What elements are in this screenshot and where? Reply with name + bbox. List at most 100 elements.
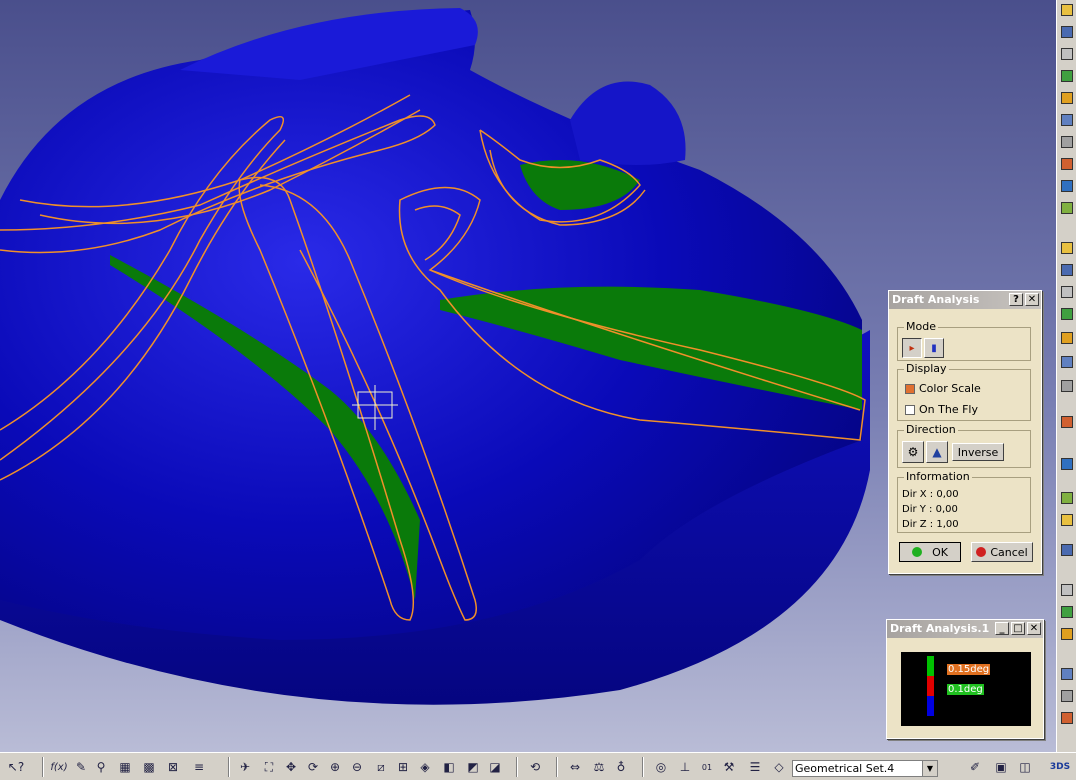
slot-icon[interactable] — [1059, 178, 1075, 194]
zoom-in-icon[interactable]: ⊕ — [326, 758, 344, 776]
geometrical-set-select[interactable]: Geometrical Set.4 ▼ — [792, 760, 938, 777]
pad-glyph — [1061, 48, 1073, 60]
hide-show-icon[interactable]: ◩ — [464, 758, 482, 776]
axis-icon[interactable] — [1059, 512, 1075, 528]
binary-icon[interactable]: 01 — [698, 758, 716, 776]
geometrical-set-value: Geometrical Set.4 — [795, 762, 895, 775]
shell-icon[interactable] — [1059, 330, 1075, 346]
maximize-button[interactable]: □ — [1011, 622, 1025, 635]
fillet-icon[interactable] — [1059, 284, 1075, 300]
measure-icon[interactable]: ⇔ — [566, 758, 584, 776]
scale-green-swatch — [927, 656, 934, 676]
axis-icon[interactable]: ⊥ — [676, 758, 694, 776]
scale-icon[interactable] — [1059, 490, 1075, 506]
shading-icon[interactable]: ◧ — [440, 758, 458, 776]
boolean-glyph — [1061, 712, 1073, 724]
lock-icon[interactable]: ⊠ — [164, 758, 182, 776]
pattern-icon[interactable] — [1059, 456, 1075, 472]
select-direction-button[interactable]: ▲ — [926, 441, 948, 463]
line-icon[interactable] — [1059, 604, 1075, 620]
plane-icon[interactable] — [1059, 542, 1075, 558]
knowledge-icon[interactable]: ⚲ — [92, 758, 110, 776]
pocket-icon[interactable] — [1059, 68, 1075, 84]
rotate-icon[interactable]: ⟳ — [304, 758, 322, 776]
inverse-button[interactable]: Inverse — [952, 443, 1004, 461]
swap-space-icon[interactable]: ◪ — [486, 758, 504, 776]
intersect-icon[interactable] — [1059, 666, 1075, 682]
shaft-icon[interactable] — [1059, 90, 1075, 106]
geometrical-set-icon[interactable]: ◇ — [770, 758, 788, 776]
close-button[interactable]: ✕ — [1025, 293, 1039, 306]
color-scale-checkbox[interactable] — [905, 384, 915, 394]
compass-icon: ⚙ — [907, 445, 919, 459]
inertia-icon[interactable]: ⚖ — [590, 758, 608, 776]
hole-icon[interactable] — [1059, 134, 1075, 150]
point-icon[interactable] — [1059, 582, 1075, 598]
comment-icon[interactable]: ✎ — [72, 758, 90, 776]
pattern-glyph — [1061, 458, 1073, 470]
mirror-glyph — [1061, 416, 1073, 428]
ok-button[interactable]: OK — [899, 542, 961, 562]
cancel-button[interactable]: Cancel — [971, 542, 1033, 562]
direction-label: Direction — [904, 423, 958, 436]
parameters-icon[interactable]: ≡ — [190, 758, 208, 776]
quick-mode-button[interactable]: ▸ — [902, 338, 922, 358]
multi-view-icon[interactable]: ⊞ — [394, 758, 412, 776]
help-pointer-icon[interactable]: ↖? — [4, 758, 28, 776]
direction-arrow-icon: ▲ — [932, 445, 942, 459]
full-mode-button[interactable]: ▮ — [924, 338, 944, 358]
chevron-down-icon[interactable]: ▼ — [922, 761, 937, 776]
plane-icon[interactable]: ◫ — [1016, 758, 1034, 776]
sketcher-icon[interactable]: ✐ — [966, 758, 984, 776]
normal-view-icon[interactable]: ⧄ — [372, 758, 390, 776]
analysis-icon[interactable]: ♁ — [612, 758, 630, 776]
toolbar-separator — [556, 757, 558, 777]
stiffener-icon[interactable] — [1059, 200, 1075, 216]
help-button[interactable]: ? — [1009, 293, 1023, 306]
swirl-icon[interactable]: ◎ — [652, 758, 670, 776]
intersect-glyph — [1061, 668, 1073, 680]
tools-icon[interactable]: ⚒ — [720, 758, 738, 776]
dir-y-value: Dir Y : 0,00 — [902, 504, 958, 515]
project-icon[interactable] — [1059, 688, 1075, 704]
pan-icon[interactable]: ✥ — [282, 758, 300, 776]
groove-icon[interactable] — [1059, 112, 1075, 128]
draft-analysis-result-window: Draft Analysis.1 _ □ ✕ 0.15deg 0.1deg — [886, 619, 1044, 739]
workbench-icon[interactable]: ▣ — [992, 758, 1010, 776]
toolbar-separator — [642, 757, 644, 777]
pad-icon[interactable] — [1059, 46, 1075, 62]
list-icon[interactable]: ☰ — [746, 758, 764, 776]
boolean-icon[interactable] — [1059, 710, 1075, 726]
compass-direction-button[interactable]: ⚙ — [902, 441, 924, 463]
mirror-icon[interactable] — [1059, 414, 1075, 430]
result-title-bar[interactable]: Draft Analysis.1 _ □ ✕ — [887, 620, 1043, 638]
update-icon[interactable]: ⟲ — [526, 758, 544, 776]
table-icon[interactable]: ▦ — [116, 758, 134, 776]
iso-view-icon[interactable]: ◈ — [416, 758, 434, 776]
loft-icon[interactable] — [1059, 240, 1075, 256]
sketch-glyph — [1061, 4, 1073, 16]
thickness-icon[interactable] — [1059, 354, 1075, 370]
zoom-out-icon[interactable]: ⊖ — [348, 758, 366, 776]
result-close-button[interactable]: ✕ — [1027, 622, 1041, 635]
rib-icon[interactable] — [1059, 156, 1075, 172]
on-the-fly-checkbox[interactable] — [905, 405, 915, 415]
dialog-title-bar[interactable]: Draft Analysis ? ✕ — [889, 291, 1041, 309]
toolbar-separator — [42, 757, 44, 777]
curve-icon[interactable] — [1059, 626, 1075, 642]
lower-limit-value: 0.1deg — [947, 684, 984, 695]
formula-icon[interactable]: f(x) — [48, 758, 70, 776]
rib-glyph — [1061, 158, 1073, 170]
minimize-button[interactable]: _ — [995, 622, 1009, 635]
thread-icon[interactable] — [1059, 378, 1075, 394]
save-icon[interactable] — [1059, 24, 1075, 40]
catalog-icon[interactable]: ▩ — [140, 758, 158, 776]
plane-glyph — [1061, 544, 1073, 556]
stiffener-glyph — [1061, 202, 1073, 214]
chamfer-icon[interactable] — [1059, 306, 1075, 322]
sketch-icon[interactable] — [1059, 2, 1075, 18]
draft-icon[interactable] — [1059, 262, 1075, 278]
dialog-title: Draft Analysis — [892, 293, 980, 306]
fit-all-icon[interactable]: ⛶ — [260, 758, 278, 776]
fly-mode-icon[interactable]: ✈ — [236, 758, 254, 776]
